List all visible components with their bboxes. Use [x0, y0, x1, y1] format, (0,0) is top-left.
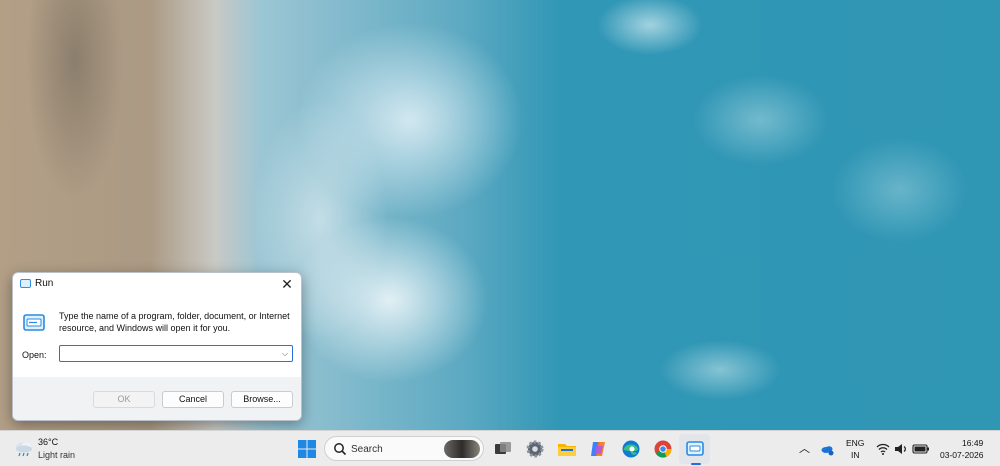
weather-condition: Light rain: [38, 450, 76, 460]
search-placeholder: Search: [351, 444, 383, 455]
run-app-icon[interactable]: [684, 438, 706, 460]
search-icon: [334, 443, 347, 456]
open-label: Open:: [22, 350, 47, 360]
copilot-icon[interactable]: [588, 438, 610, 460]
clock-date[interactable]: 03-07-2026: [940, 450, 983, 460]
ok-button[interactable]: OK: [93, 391, 155, 408]
windows-start-icon[interactable]: [296, 438, 318, 460]
run-title: Run: [35, 278, 54, 289]
edge-icon[interactable]: [620, 438, 642, 460]
weather-temperature: 36°C: [38, 437, 59, 447]
task-view-icon[interactable]: [492, 438, 514, 460]
browse-button[interactable]: Browse...: [231, 391, 293, 408]
close-icon[interactable]: ✕: [279, 276, 295, 292]
language-region: IN: [851, 450, 860, 460]
wifi-icon[interactable]: [876, 442, 890, 456]
file-explorer-icon[interactable]: [556, 438, 578, 460]
taskbar-search-box[interactable]: Search: [324, 436, 484, 461]
taskbar: 36°C Light rain Search ︿ ENG IN 16:49 03…: [0, 430, 1000, 466]
onedrive-icon[interactable]: [820, 442, 834, 456]
run-app-icon: [20, 279, 31, 288]
chevron-down-icon[interactable]: ⌵: [279, 348, 291, 360]
settings-icon[interactable]: [524, 438, 546, 460]
battery-icon[interactable]: [912, 443, 930, 455]
rain-cloud-icon: [16, 442, 32, 457]
run-program-icon: [23, 314, 45, 331]
clock-time[interactable]: 16:49: [962, 438, 983, 448]
run-titlebar[interactable]: Run ✕: [13, 273, 301, 295]
volume-icon[interactable]: [894, 442, 908, 456]
run-description: Type the name of a program, folder, docu…: [59, 311, 290, 333]
active-app-indicator: [691, 463, 701, 465]
cancel-button[interactable]: Cancel: [162, 391, 224, 408]
chevron-up-icon[interactable]: ︿: [799, 440, 810, 456]
run-dialog: Run ✕ Type the name of a program, folder…: [12, 272, 302, 421]
language-indicator[interactable]: ENG: [846, 438, 864, 448]
search-highlight-image: [444, 440, 480, 458]
chrome-icon[interactable]: [652, 438, 674, 460]
open-input[interactable]: [59, 345, 293, 362]
